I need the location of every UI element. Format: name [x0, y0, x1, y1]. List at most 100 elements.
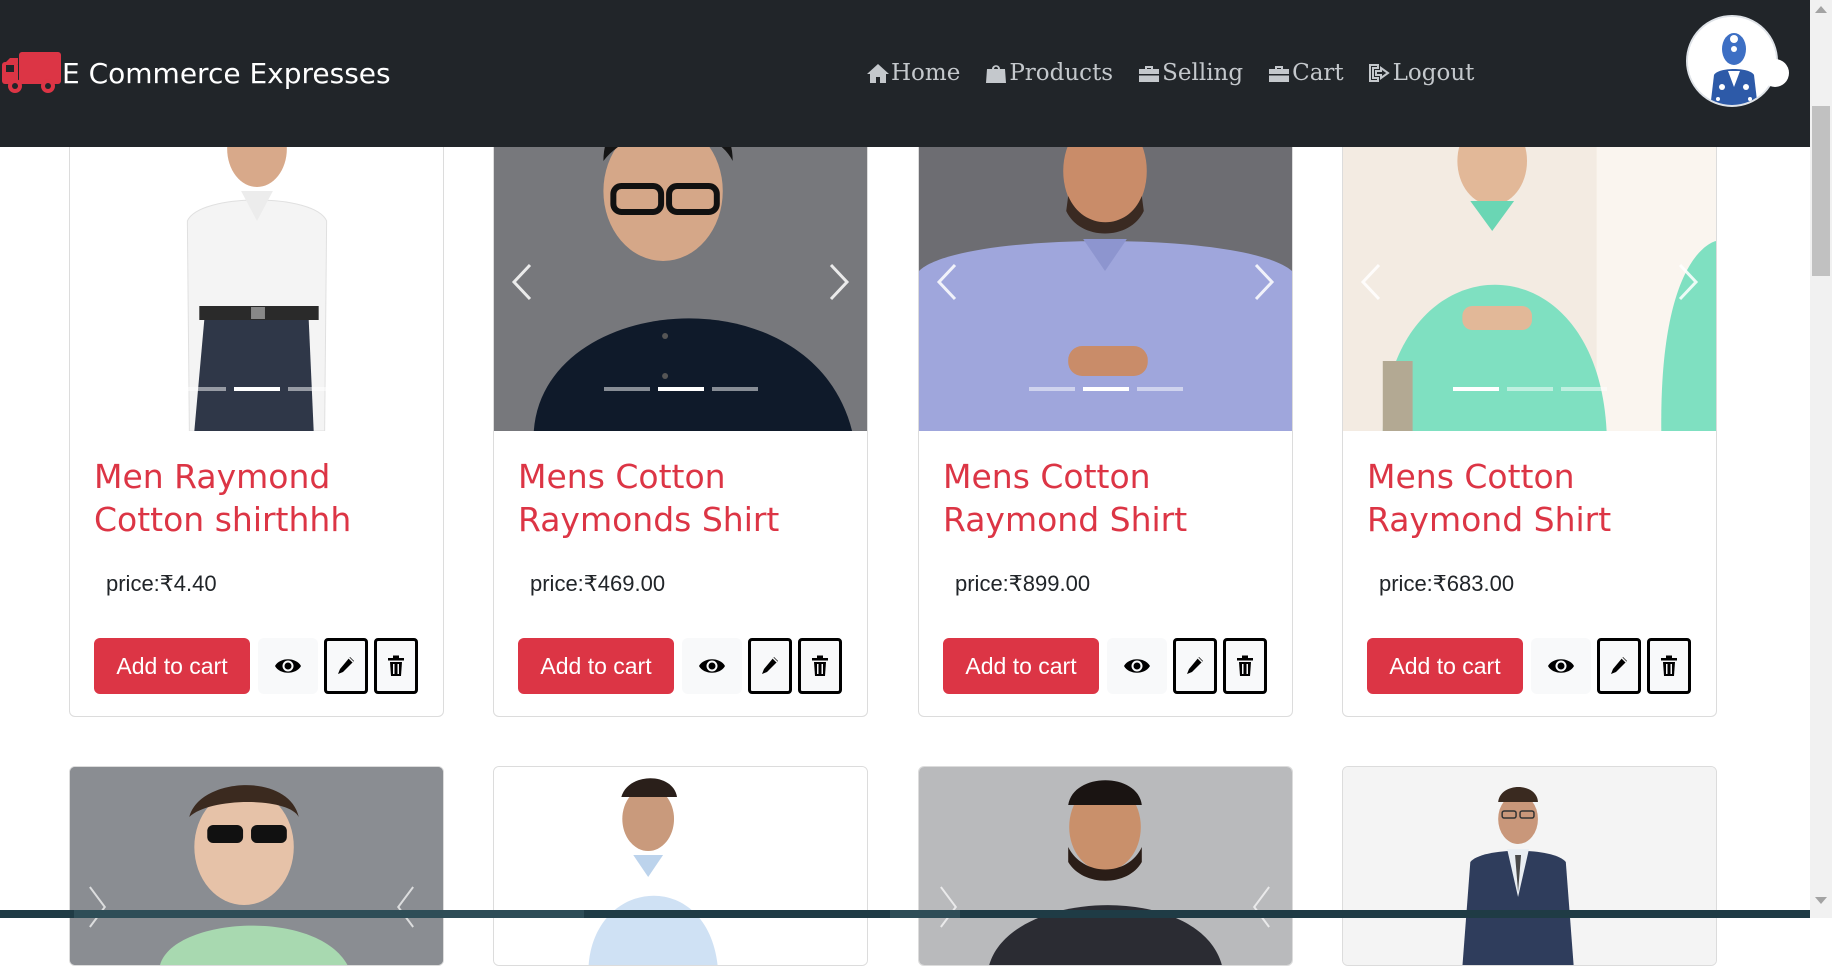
nav-logout[interactable]: Logout: [1368, 60, 1475, 86]
carousel-indicator[interactable]: [287, 387, 334, 391]
product-price: price:₹4.40: [106, 571, 217, 596]
product-image: [1343, 101, 1716, 431]
view-button[interactable]: [1531, 638, 1591, 694]
add-to-cart-button[interactable]: Add to cart: [94, 638, 250, 694]
scroll-segment: [74, 910, 584, 918]
carousel-indicator[interactable]: [179, 387, 226, 391]
eye-icon: [275, 659, 301, 673]
carousel-indicator[interactable]: [1506, 387, 1553, 391]
nav-cart[interactable]: Cart: [1267, 60, 1344, 86]
carousel-indicator[interactable]: [233, 387, 280, 391]
product-title: Men Raymond Cotton shirthhh: [94, 457, 352, 539]
carousel-indicator[interactable]: [657, 387, 704, 391]
product-card: Men Raymond Cotton shirthhh price:₹4.40 …: [69, 100, 444, 717]
carousel-prev-button[interactable]: [927, 257, 967, 307]
carousel-indicators: [494, 387, 867, 391]
trash-icon: [388, 655, 404, 676]
carousel-indicator[interactable]: [1560, 387, 1607, 391]
eye-icon: [1548, 659, 1574, 673]
truck-icon: [2, 52, 61, 93]
product-card[interactable]: [69, 766, 444, 966]
add-to-cart-button[interactable]: Add to cart: [1367, 638, 1523, 694]
product-card[interactable]: [493, 766, 868, 966]
chevron-left-icon: [511, 263, 532, 301]
main-nav: Home Products Selling Cart Logout: [866, 60, 1498, 86]
product-price: price:₹899.00: [955, 571, 1091, 596]
nav-home-label: Home: [891, 60, 961, 86]
carousel-prev-button[interactable]: [502, 257, 542, 307]
carousel-indicator[interactable]: [1028, 387, 1075, 391]
carousel-next-button[interactable]: [1668, 257, 1708, 307]
add-to-cart-button[interactable]: Add to cart: [943, 638, 1099, 694]
view-button[interactable]: [258, 638, 318, 694]
status-dot: [1761, 59, 1789, 87]
product-image: [494, 767, 867, 965]
product-image: [70, 101, 443, 431]
product-image: [919, 101, 1292, 431]
edit-button[interactable]: [1597, 638, 1641, 694]
sign-out-icon: [1368, 64, 1390, 82]
eye-icon: [699, 659, 725, 673]
chevron-right-icon: [1678, 263, 1699, 301]
product-image: [494, 101, 867, 431]
delete-button[interactable]: [1647, 638, 1691, 694]
brand-name: E Commerce Expresses: [62, 56, 391, 90]
product-image: [70, 767, 443, 965]
nav-logout-label: Logout: [1392, 60, 1475, 86]
delete-button[interactable]: [374, 638, 418, 694]
product-card[interactable]: [1342, 766, 1717, 966]
edit-button[interactable]: [748, 638, 792, 694]
delete-button[interactable]: [798, 638, 842, 694]
user-avatar[interactable]: [1686, 15, 1778, 107]
product-image: [1343, 767, 1716, 965]
briefcase-icon: [1269, 66, 1290, 82]
trash-icon: [1237, 655, 1253, 676]
carousel-indicator[interactable]: [1136, 387, 1183, 391]
carousel-indicator[interactable]: [603, 387, 650, 391]
nav-selling-label: Selling: [1162, 60, 1244, 86]
product-image: [919, 767, 1292, 965]
nav-selling[interactable]: Selling: [1137, 60, 1243, 86]
carousel-prev-button[interactable]: [1351, 257, 1391, 307]
product-title: Mens Cotton Raymonds Shirt: [518, 457, 780, 539]
pencil-icon: [1611, 657, 1627, 674]
carousel-next-button[interactable]: [1244, 257, 1284, 307]
view-button[interactable]: [1107, 638, 1167, 694]
product-price: price:₹469.00: [530, 571, 666, 596]
carousel-indicator[interactable]: [711, 387, 758, 391]
nav-cart-label: Cart: [1292, 60, 1344, 86]
pencil-icon: [762, 657, 778, 674]
delete-button[interactable]: [1223, 638, 1267, 694]
nav-home[interactable]: Home: [866, 60, 960, 86]
carousel-indicators: [1343, 387, 1716, 391]
edit-button[interactable]: [1173, 638, 1217, 694]
chevron-right-icon: [1254, 263, 1275, 301]
trash-icon: [812, 655, 828, 676]
carousel-indicator[interactable]: [1082, 387, 1129, 391]
carousel-indicator[interactable]: [1452, 387, 1499, 391]
product-card: Mens Cotton Raymond Shirt price:₹899.00 …: [918, 100, 1293, 717]
product-card: Mens Cotton Raymond Shirt price:₹683.00 …: [1342, 100, 1717, 717]
product-card[interactable]: [918, 766, 1293, 966]
brand[interactable]: E Commerce Expresses: [2, 48, 391, 98]
briefcase-icon: [1139, 66, 1160, 82]
navbar: E Commerce Expresses Home Products Selli…: [0, 0, 1810, 147]
product-title: Mens Cotton Raymond Shirt: [1367, 457, 1612, 539]
eye-icon: [1124, 659, 1150, 673]
horizontal-scrollbar[interactable]: [0, 910, 1810, 918]
nav-products[interactable]: Products: [984, 60, 1113, 86]
view-button[interactable]: [682, 638, 742, 694]
product-title: Mens Cotton Raymond Shirt: [943, 457, 1188, 539]
scroll-up-arrow-icon[interactable]: [1815, 6, 1827, 13]
carousel-next-button[interactable]: [819, 257, 859, 307]
chevron-left-icon: [1360, 263, 1381, 301]
pencil-icon: [338, 657, 354, 674]
product-price: price:₹683.00: [1379, 571, 1515, 596]
edit-button[interactable]: [324, 638, 368, 694]
scroll-down-arrow-icon[interactable]: [1815, 897, 1827, 904]
product-card: Mens Cotton Raymonds Shirt price:₹469.00…: [493, 100, 868, 717]
scrollbar-thumb[interactable]: [1812, 106, 1830, 276]
trash-icon: [1661, 655, 1677, 676]
add-to-cart-button[interactable]: Add to cart: [518, 638, 674, 694]
pencil-icon: [1187, 657, 1203, 674]
